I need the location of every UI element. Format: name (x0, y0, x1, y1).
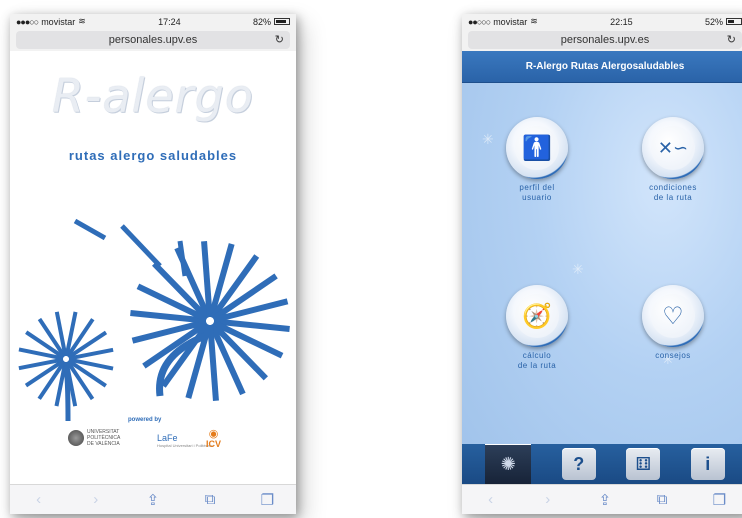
phone-splash-screen: ●●●○○ movistar ≋ 17:24 82% personales.upv.… (10, 14, 296, 514)
bookmarks-icon[interactable]: ⧉ (195, 491, 225, 508)
wifi-icon: ≋ (78, 16, 86, 26)
dock-settings-button[interactable]: ⚅ (626, 448, 661, 480)
bookmarks-icon[interactable]: ⧉ (647, 491, 677, 508)
info-icon: i (705, 453, 711, 474)
tabs-icon[interactable]: ❐ (252, 491, 282, 509)
back-icon[interactable]: ‹ (476, 491, 506, 508)
wifi-icon: ≋ (530, 16, 538, 26)
forward-icon[interactable]: › (533, 491, 563, 508)
url-field[interactable]: personales.upv.es ↻ (468, 31, 742, 49)
compass-icon: 🧭 (515, 294, 559, 338)
route-icon: ✕∽ (651, 126, 695, 170)
dandelion-icon: ✺ (500, 453, 516, 474)
app-content: R-Alergo Rutas Alergosaludables ✳ ✳ ✳ 🚹 … (462, 51, 742, 484)
settings-icon: ⚅ (635, 453, 652, 474)
app-title: R-Alergo Rutas Alergosaludables (525, 61, 685, 72)
address-bar: personales.upv.es ↻ (10, 29, 296, 51)
status-bar: ●●●○○ movistar ≋ 17:24 82% (10, 14, 296, 29)
tile-consejos[interactable]: ♡ consejos (628, 285, 718, 361)
status-bar: ●●○○○ movistar ≋ 22:15 52% (462, 14, 742, 29)
reload-icon[interactable]: ↻ (727, 33, 736, 46)
powered-by-label: powered by (128, 417, 162, 423)
tabs-icon[interactable]: ❐ (704, 491, 734, 509)
status-time: 17:24 (158, 16, 181, 27)
app-dock: ✺ ? ⚅ i (462, 444, 742, 484)
dandelion-illustration (18, 218, 290, 422)
back-icon[interactable]: ‹ (24, 491, 54, 508)
address-bar: personales.upv.es ↻ (462, 29, 742, 51)
icv-logo: ◉ ICV (206, 428, 222, 450)
eye-icon: ◉ (208, 428, 219, 440)
upv-seal-icon (68, 430, 84, 446)
app-logo: R-alergo (51, 69, 255, 123)
signal-icon: ●●○○○ (468, 16, 491, 27)
seed-stroke (73, 218, 107, 241)
heart-plus-icon: ♡ (651, 294, 695, 338)
screenshot-stage: ●●●○○ movistar ≋ 17:24 82% personales.upv.… (0, 0, 742, 518)
big-dandelion (130, 240, 290, 402)
upv-logo: UNIVERSITAT POLITÈCNICA DE VALÈNCIA (68, 429, 120, 447)
battery-icon (725, 18, 742, 25)
battery-icon (273, 18, 290, 25)
splash-content: R-alergo rutas alergo saludables powered… (10, 51, 296, 484)
person-icon: 🚹 (515, 126, 559, 170)
dock-info-button[interactable]: i (690, 448, 725, 480)
browser-toolbar: ‹ › ⇪ ⧉ ❐ (462, 484, 742, 514)
battery: 82% (253, 17, 290, 27)
help-icon: ? (573, 453, 585, 474)
url-field[interactable]: personales.upv.es ↻ (16, 31, 290, 49)
forward-icon[interactable]: › (81, 491, 111, 508)
status-time: 22:15 (610, 16, 633, 27)
seed-decoration-icon: ✳ (572, 261, 584, 277)
tile-calculo-ruta[interactable]: 🧭 cálculo de la ruta (492, 285, 582, 371)
lafe-logo: LaFe Hospital Universitari i Politècnic (157, 433, 213, 448)
reload-icon[interactable]: ↻ (275, 33, 284, 46)
battery: 52% (705, 17, 742, 27)
app-subtitle: rutas alergo saludables (68, 148, 238, 163)
carrier: ●●○○○ movistar ≋ (468, 16, 538, 27)
carrier: ●●●○○ movistar ≋ (16, 16, 86, 27)
dock-home-button[interactable]: ✺ (485, 444, 532, 484)
seed-stroke (120, 224, 162, 268)
app-header: R-Alergo Rutas Alergosaludables (462, 51, 742, 83)
small-dandelion-stem (63, 365, 71, 422)
browser-toolbar: ‹ › ⇪ ⧉ ❐ (10, 484, 296, 514)
phone-menu-screen: ●●○○○ movistar ≋ 22:15 52% personales.upv.… (462, 14, 742, 514)
share-icon[interactable]: ⇪ (138, 491, 168, 509)
tile-condiciones-ruta[interactable]: ✕∽ condiciones de la ruta (628, 117, 718, 203)
tile-perfil-usuario[interactable]: 🚹 perfil del usuario (492, 117, 582, 203)
dock-help-button[interactable]: ? (561, 448, 596, 480)
share-icon[interactable]: ⇪ (590, 491, 620, 509)
signal-icon: ●●●○○ (16, 16, 39, 27)
